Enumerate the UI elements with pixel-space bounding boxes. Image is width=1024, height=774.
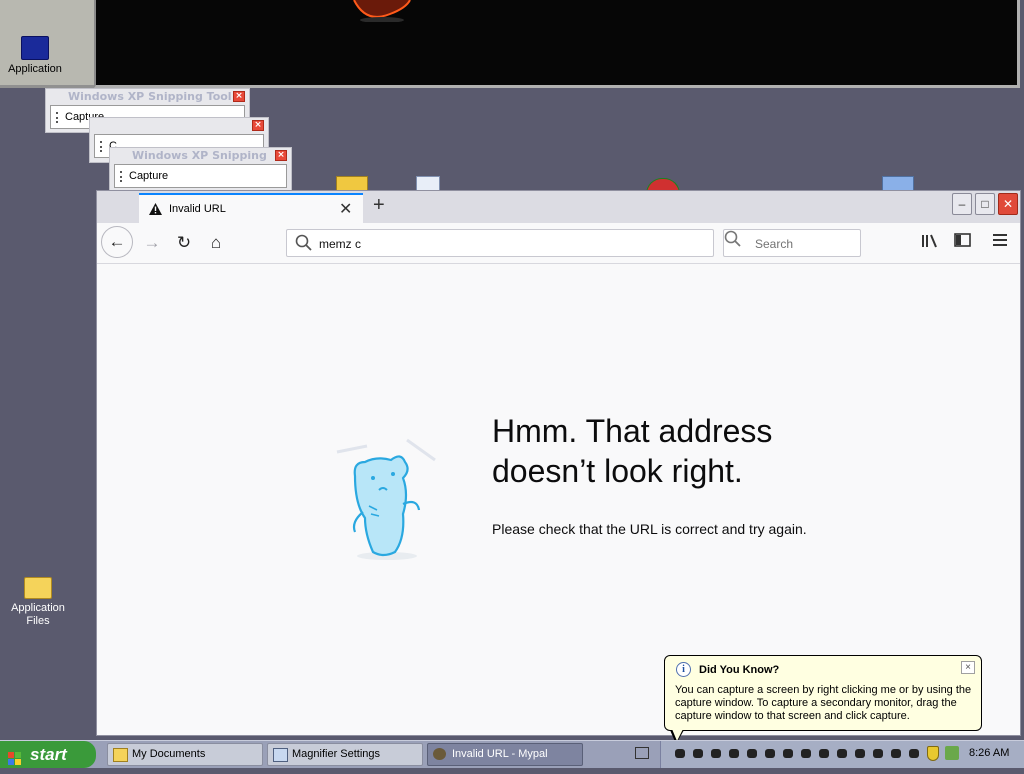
tray-snip-icon[interactable] [819, 749, 829, 758]
search-icon [724, 230, 742, 248]
tab-invalid-url[interactable]: Invalid URL ✕ [139, 193, 363, 223]
mypal-icon [433, 748, 446, 760]
capture-label: Capture [129, 170, 169, 182]
tray-snip-icon[interactable] [783, 749, 793, 758]
tray-snip-icon[interactable] [873, 749, 883, 758]
system-tray: 8:26 AM [635, 741, 1024, 768]
start-button[interactable]: start [0, 741, 96, 768]
taskbar-item-my-documents[interactable]: My Documents [107, 743, 263, 766]
taskbar-item-mypal[interactable]: Invalid URL - Mypal [427, 743, 583, 766]
close-icon[interactable]: × [275, 150, 287, 161]
taskbar-item-label: Magnifier Settings [292, 748, 381, 760]
tray-snip-icon[interactable] [711, 749, 721, 758]
forward-button[interactable]: → [140, 231, 164, 255]
taskbar: start My Documents Magnifier Settings In… [0, 740, 1024, 768]
search-input[interactable]: Search [755, 237, 793, 251]
windows-logo-icon [8, 747, 22, 765]
info-icon: i [676, 662, 691, 677]
confused-mascot-illustration [317, 434, 457, 577]
start-label: start [30, 745, 67, 764]
tray-snip-icon[interactable] [765, 749, 775, 758]
error-description: Please check that the URL is correct and… [492, 521, 807, 537]
folder-icon [113, 748, 128, 762]
desktop-icon-label: Application Files [8, 63, 62, 75]
desktop-icon-label: Application Files [11, 602, 65, 627]
tab-bar: Invalid URL ✕ + – □ ✕ [97, 191, 1020, 223]
library-icon[interactable] [921, 233, 939, 252]
tray-snip-icon[interactable] [909, 749, 919, 758]
sidebar-icon[interactable] [954, 233, 971, 251]
tray-snip-icon[interactable] [855, 749, 865, 758]
back-button[interactable]: ← [101, 226, 133, 258]
url-input[interactable]: memz c [319, 237, 361, 251]
folder-icon [21, 36, 49, 60]
search-bar[interactable]: Search [723, 229, 861, 257]
close-icon[interactable]: × [233, 91, 245, 102]
maximize-button[interactable]: □ [975, 193, 995, 215]
folder-icon [24, 577, 52, 599]
magnifier-icon [273, 748, 288, 762]
navigation-toolbar: ← → ↻ ⌂ memz c Search [97, 223, 1020, 264]
tray-snip-icon[interactable] [729, 749, 739, 758]
tab-title: Invalid URL [169, 203, 226, 215]
warning-icon [149, 203, 162, 218]
balloon-title: Did You Know? [699, 664, 780, 676]
security-shield-icon[interactable] [927, 746, 939, 761]
clock[interactable]: 8:26 AM [969, 747, 1009, 759]
menu-icon[interactable] [993, 234, 1007, 249]
close-window-button[interactable]: ✕ [998, 193, 1018, 215]
tray-snip-icon[interactable] [675, 749, 685, 758]
snipping-tool-titlebar: Windows XP Snipping Tool × [46, 89, 249, 105]
keyboard-icon[interactable] [635, 747, 649, 759]
snipping-tool-titlebar: Windows XP Snipping Tool × [110, 148, 291, 178]
taskbar-item-magnifier-settings[interactable]: Magnifier Settings [267, 743, 423, 766]
taskbar-item-label: My Documents [132, 748, 206, 760]
desktop-icon-application-files-top[interactable]: Application Files [0, 36, 70, 76]
tray-snip-icon[interactable] [801, 749, 811, 758]
home-button[interactable]: ⌂ [204, 231, 228, 255]
close-icon[interactable]: × [252, 120, 264, 131]
error-title: Hmm. That address doesn’t look right. [492, 413, 773, 489]
taskbar-item-label: Invalid URL - Mypal [452, 748, 548, 760]
character-graphic [346, 0, 416, 23]
tab-close-icon[interactable]: ✕ [339, 199, 352, 219]
reload-button[interactable]: ↻ [172, 231, 196, 255]
minimize-button[interactable]: – [952, 193, 972, 215]
tray-snip-icon[interactable] [693, 749, 703, 758]
new-tab-button[interactable]: + [373, 194, 385, 217]
tray-snip-icon[interactable] [837, 749, 847, 758]
balloon-text: You can capture a screen by right clicki… [675, 684, 972, 722]
balloon-close-button[interactable]: × [961, 661, 975, 674]
did-you-know-balloon[interactable]: i Did You Know? × You can capture a scre… [664, 655, 982, 731]
network-icon[interactable] [945, 746, 959, 760]
tray-snip-icon[interactable] [747, 749, 757, 758]
search-icon [295, 234, 313, 252]
url-bar[interactable]: memz c [286, 229, 714, 257]
background-window [94, 0, 1020, 88]
tray-snip-icon[interactable] [891, 749, 901, 758]
snipping-tool-titlebar: × [90, 118, 268, 134]
desktop-icon-application-files[interactable]: Application Files [3, 577, 73, 628]
snipping-tool-window-3[interactable]: Windows XP Snipping Tool × Capture [109, 147, 292, 192]
capture-button[interactable]: Capture [114, 164, 287, 188]
snipping-tool-title: Windows XP Snipping Tool [68, 90, 232, 103]
